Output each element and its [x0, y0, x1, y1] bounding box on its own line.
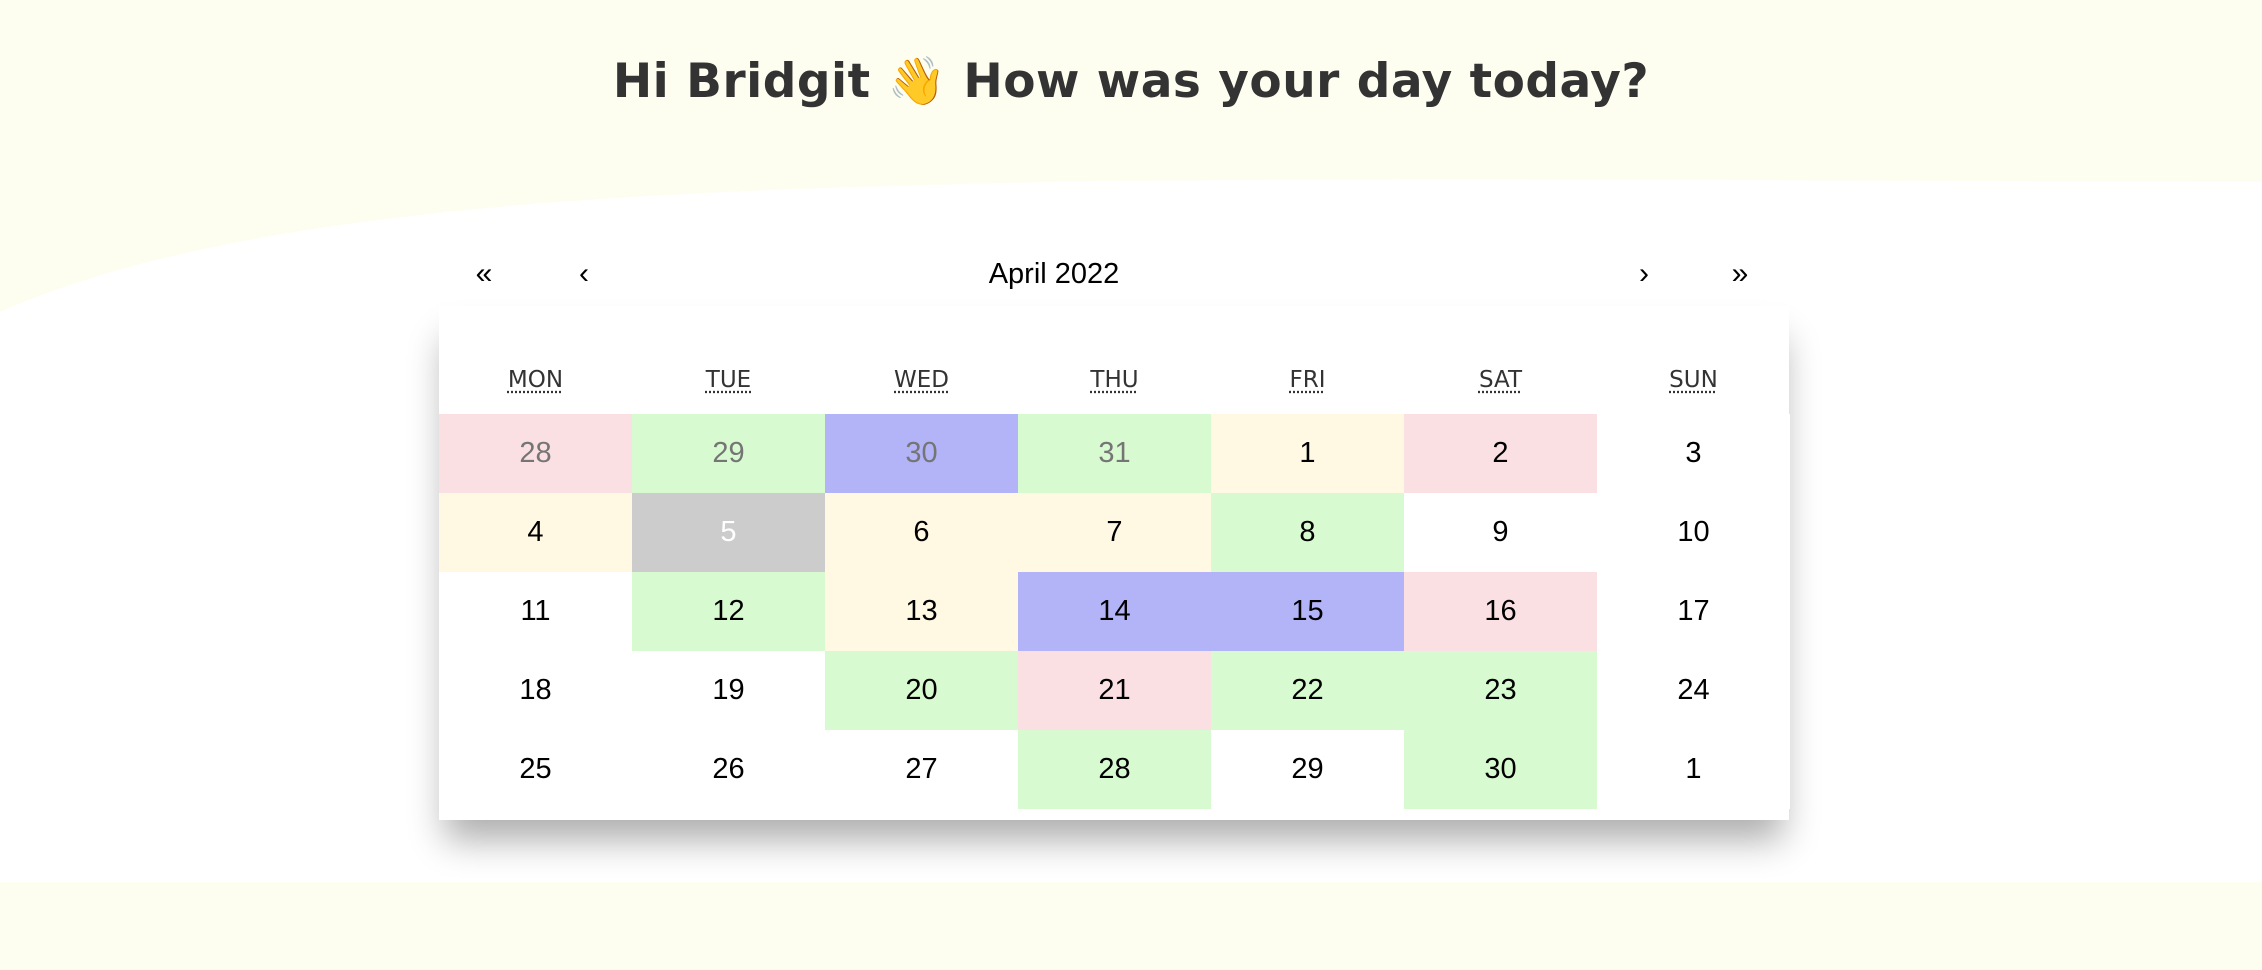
day-number: 10 [1677, 516, 1710, 548]
day-tile[interactable]: 22 [1211, 651, 1404, 730]
day-grid: 28 29 30 31 1 2 3 4 5 6 7 8 9 10 11 12 13 14 15 16 17 18 19 20 2… [439, 414, 1790, 809]
day-tile[interactable]: 10 [1597, 493, 1790, 572]
next-year-button[interactable]: » [1695, 246, 1785, 302]
day-number: 16 [1484, 595, 1517, 627]
day-number: 17 [1677, 595, 1710, 627]
prev-year-button[interactable]: « [439, 246, 529, 302]
day-tile[interactable]: 16 [1404, 572, 1597, 651]
month-label[interactable]: April 2022 [699, 246, 1409, 302]
day-number: 8 [1299, 516, 1316, 548]
day-tile[interactable]: 1 [1211, 414, 1404, 493]
day-number: 26 [712, 753, 745, 785]
day-tile[interactable]: 14 [1018, 572, 1211, 651]
weekday-label: SAT [1478, 367, 1523, 393]
day-number: 11 [520, 595, 551, 627]
day-number: 1 [1299, 437, 1316, 469]
day-tile[interactable]: 28 [1018, 730, 1211, 809]
day-number: 3 [1685, 437, 1702, 469]
weekday-label: FRI [1289, 367, 1326, 393]
weekday-fri: FRI [1211, 346, 1404, 414]
weekday-label: THU [1090, 367, 1139, 393]
day-tile-neighbor-month[interactable]: 1 [1597, 730, 1790, 809]
day-tile[interactable]: 12 [632, 572, 825, 651]
day-number: 12 [712, 595, 745, 627]
day-number: 27 [905, 753, 938, 785]
greeting-title: Hi Bridgit 👋 How was your day today? [613, 48, 1649, 116]
day-number: 9 [1492, 516, 1509, 548]
day-number: 24 [1677, 674, 1710, 706]
day-tile[interactable]: 11 [439, 572, 632, 651]
next-month-button[interactable]: › [1599, 246, 1689, 302]
weekday-tue: TUE [632, 346, 825, 414]
page-header: Hi Bridgit 👋 How was your day today? [0, 48, 2262, 116]
day-number: 30 [905, 437, 938, 469]
day-number: 31 [1098, 437, 1131, 469]
weekday-mon: MON [439, 346, 632, 414]
greeting-question: How was your day today? [963, 54, 1650, 109]
day-tile[interactable]: 6 [825, 493, 1018, 572]
greeting-text: Hi Bridgit [612, 54, 871, 109]
day-number: 30 [1484, 753, 1517, 785]
day-number: 23 [1484, 674, 1517, 706]
day-tile[interactable]: 26 [632, 730, 825, 809]
waving-hand-icon: 👋 [887, 54, 947, 109]
weekday-label: MON [507, 367, 564, 393]
day-tile[interactable]: 15 [1211, 572, 1404, 651]
day-number: 28 [1098, 753, 1131, 785]
day-number: 29 [712, 437, 745, 469]
day-tile[interactable]: 29 [1211, 730, 1404, 809]
day-number: 7 [1106, 516, 1123, 548]
day-tile[interactable]: 23 [1404, 651, 1597, 730]
day-number: 18 [519, 674, 552, 706]
mood-calendar: « ‹ April 2022 › » MON TUE WED THU FRI SAT SUN… [439, 246, 1790, 820]
day-tile-neighbor-month[interactable]: 31 [1018, 414, 1211, 493]
weekday-label: WED [894, 367, 949, 393]
weekday-header-row: MON TUE WED THU FRI SAT SUN [439, 346, 1789, 414]
day-tile[interactable]: 24 [1597, 651, 1790, 730]
day-number: 14 [1098, 595, 1131, 627]
weekday-label: SUN [1669, 367, 1718, 393]
day-tile-today[interactable]: 5 [632, 493, 825, 572]
weekday-thu: THU [1018, 346, 1211, 414]
day-tile[interactable]: 9 [1404, 493, 1597, 572]
day-tile[interactable]: 13 [825, 572, 1018, 651]
day-tile[interactable]: 8 [1211, 493, 1404, 572]
day-tile[interactable]: 27 [825, 730, 1018, 809]
day-number: 1 [1685, 753, 1702, 785]
day-number: 25 [519, 753, 552, 785]
weekday-label: TUE [705, 367, 752, 393]
day-number: 13 [905, 595, 938, 627]
day-tile-neighbor-month[interactable]: 29 [632, 414, 825, 493]
day-tile[interactable]: 7 [1018, 493, 1211, 572]
day-number: 19 [712, 674, 745, 706]
day-number: 28 [519, 437, 552, 469]
calendar-navigation: « ‹ April 2022 › » [439, 246, 1789, 302]
day-tile[interactable]: 18 [439, 651, 632, 730]
day-tile[interactable]: 19 [632, 651, 825, 730]
day-number: 4 [527, 516, 544, 548]
day-number: 15 [1291, 595, 1324, 627]
day-tile[interactable]: 17 [1597, 572, 1790, 651]
weekday-sun: SUN [1597, 346, 1790, 414]
day-tile[interactable]: 25 [439, 730, 632, 809]
weekday-wed: WED [825, 346, 1018, 414]
weekday-sat: SAT [1404, 346, 1597, 414]
day-tile[interactable]: 21 [1018, 651, 1211, 730]
day-tile-neighbor-month[interactable]: 28 [439, 414, 632, 493]
day-tile[interactable]: 30 [1404, 730, 1597, 809]
day-tile[interactable]: 3 [1597, 414, 1790, 493]
prev-month-button[interactable]: ‹ [539, 246, 629, 302]
day-tile[interactable]: 20 [825, 651, 1018, 730]
day-number: 21 [1098, 674, 1131, 706]
day-tile[interactable]: 4 [439, 493, 632, 572]
day-number: 2 [1492, 437, 1509, 469]
day-tile-neighbor-month[interactable]: 30 [825, 414, 1018, 493]
day-number: 20 [905, 674, 938, 706]
day-number: 5 [720, 516, 737, 548]
day-tile[interactable]: 2 [1404, 414, 1597, 493]
day-number: 29 [1291, 753, 1324, 785]
day-number: 6 [913, 516, 930, 548]
day-number: 22 [1291, 674, 1324, 706]
